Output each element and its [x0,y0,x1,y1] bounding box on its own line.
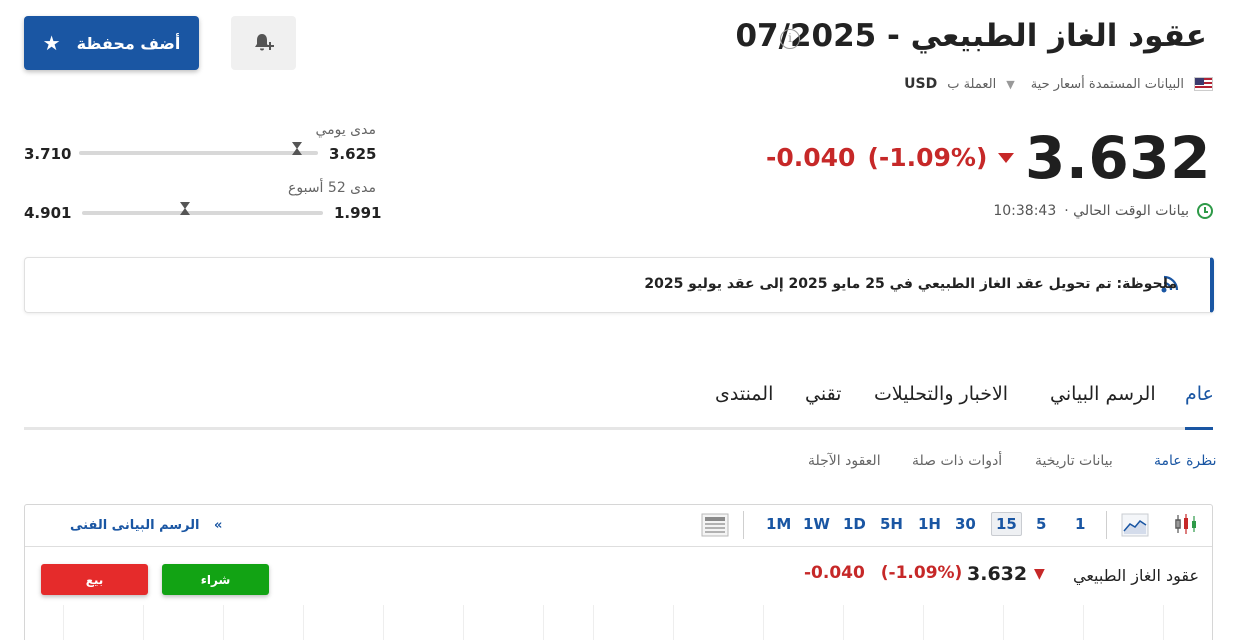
chart-gridline [303,605,304,640]
chart-gridline [763,605,764,640]
active-tab-indicator [1185,427,1213,430]
chart-change-value: -0.040 [804,563,865,583]
time-value: 10:38:43 [993,203,1057,219]
down-arrow-icon [998,153,1014,163]
tab-news-analysis[interactable]: الاخبار والتحليلات [874,383,1008,405]
week52-range-marker-base [180,208,190,215]
tab-forum[interactable]: المنتدى [715,383,773,405]
area-chart-icon[interactable] [1121,513,1149,537]
chart-gridline [593,605,594,640]
daily-range-high: 3.710 [24,145,72,163]
sell-button[interactable]: بيع [41,564,148,595]
timeframe-1h[interactable]: 1H [918,515,941,533]
last-price: 3.632 [1025,124,1211,192]
tab-overview[interactable]: عام [1185,383,1214,405]
currency-value: USD [904,76,938,92]
chart-change: -0.040 (-1.09%) [804,563,962,583]
timeframe-1m[interactable]: 1M [766,515,791,533]
add-alert-button[interactable] [231,16,296,70]
daily-range-marker-base [292,148,302,155]
tabs-divider [24,427,1213,430]
subtab-related-tools[interactable]: أدوات ذات صلة [912,453,1002,469]
change-percent: (-1.09%) [867,143,988,172]
week52-range-high: 4.901 [24,204,72,222]
timeframe-5[interactable]: 5 [1036,515,1046,533]
chevron-right-icon: » [214,518,223,533]
price-change: -0.040 (-1.09%) [766,143,987,172]
chart-gridline [143,605,144,640]
chart-change-percent: (-1.09%) [880,563,963,583]
quote-timestamp: بيانات الوقت الحالي · 10:38:43 [993,203,1213,219]
timeframe-1[interactable]: 1 [1075,515,1085,533]
buy-button[interactable]: شراء [162,564,269,595]
week52-range-label: مدى 52 أسبوع [288,180,376,196]
daily-range-low: 3.625 [329,145,377,163]
star-icon: ★ [42,31,61,55]
realtime-label: البيانات المستمدة أسعار حية [1030,76,1184,92]
candlestick-icon[interactable] [1174,512,1198,536]
timeframe-1d[interactable]: 1D [843,515,866,533]
currency-label: العملة ب [947,76,997,92]
subtab-futures[interactable]: العقود الآجلة [808,453,881,469]
chart-gridline [1083,605,1084,640]
chart-gridline [223,605,224,640]
down-arrow-icon: ▼ [1034,566,1045,582]
tab-technical[interactable]: تقني [805,383,841,405]
chart-gridline [543,605,544,640]
tab-chart[interactable]: الرسم البياني [1050,383,1156,405]
week52-range-low: 1.991 [334,204,382,222]
timeframe-30[interactable]: 30 [955,515,976,533]
technical-chart-label: الرسم البيانى الفنى [70,518,200,533]
timeframe-5h[interactable]: 5H [880,515,903,533]
chart-toolbar-divider [25,546,1212,547]
chart-price: 3.632 [967,563,1028,585]
daily-range-label: مدى يومي [315,122,376,138]
week52-range-track [82,211,323,215]
chevron-down-icon[interactable]: ▼ [1006,78,1014,91]
chart-gridline [463,605,464,640]
timeframe-15[interactable]: 15 [991,512,1022,536]
add-portfolio-button[interactable]: ★ أضف محفظة [24,16,199,70]
chart-gridline [63,605,64,640]
timeframe-1w[interactable]: 1W [803,515,830,533]
page-title: عقود الغاز الطبيعي - 07/2025 [735,18,1207,54]
note-text: ملحوظة: تم تحويل عقد الغاز الطبيعي في 25… [644,276,1177,292]
table-view-icon[interactable] [701,513,729,537]
chart-instrument-name: عقود الغاز الطبيعي [1073,566,1199,585]
chart-gridline [673,605,674,640]
clock-icon [1197,203,1213,219]
subtab-overview[interactable]: نظرة عامة [1154,453,1217,469]
chart-gridline [923,605,924,640]
add-portfolio-label: أضف محفظة [76,33,181,53]
chart-gridline [843,605,844,640]
change-value: -0.040 [766,143,856,172]
quote-meta: البيانات المستمدة أسعار حية ▼ العملة ب U… [904,76,1213,92]
daily-range-track [79,151,318,155]
subtab-historical-data[interactable]: بيانات تاريخية [1035,453,1113,469]
technical-chart-link[interactable]: » الرسم البيانى الفنى [70,518,222,533]
us-flag-icon [1194,77,1213,91]
chart-gridline [383,605,384,640]
time-label: بيانات الوقت الحالي · [1064,203,1189,219]
info-icon[interactable]: i [780,29,800,49]
toolbar-separator [1106,511,1107,539]
chart-gridline [1163,605,1164,640]
chart-gridline [1003,605,1004,640]
toolbar-separator [743,511,744,539]
bell-plus-icon [254,34,274,51]
